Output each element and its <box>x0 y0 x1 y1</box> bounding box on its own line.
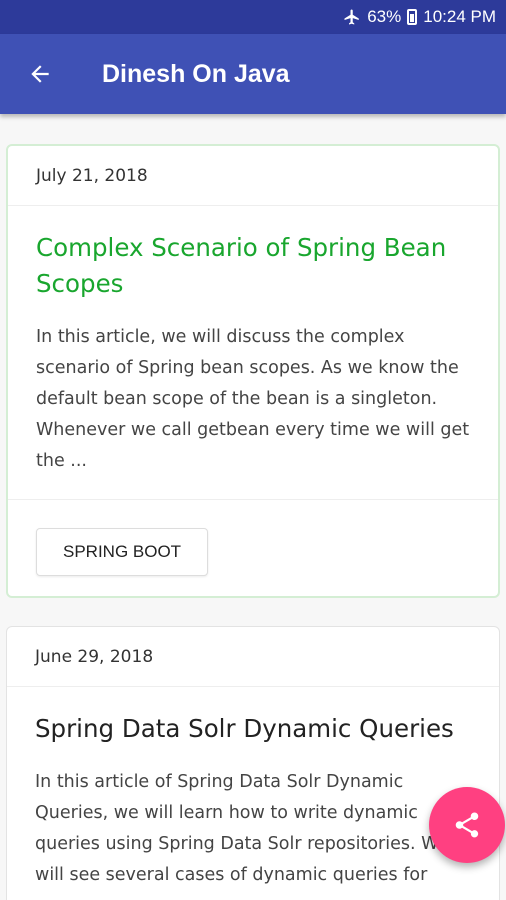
battery-icon <box>407 9 418 25</box>
post-card[interactable]: July 21, 2018 Complex Scenario of Spring… <box>6 144 500 598</box>
post-title[interactable]: Complex Scenario of Spring Bean Scopes <box>8 206 498 302</box>
app-title: Dinesh On Java <box>102 59 290 88</box>
airplane-icon <box>343 8 361 26</box>
clock: 10:24 PM <box>423 7 496 26</box>
status-bar: 63% 10:24 PM <box>0 0 506 34</box>
post-footer: SPRING BOOT <box>8 499 498 596</box>
tag-button[interactable]: SPRING BOOT <box>36 528 209 576</box>
battery-percent: 63% <box>367 7 402 26</box>
share-button[interactable] <box>429 787 505 863</box>
share-icon <box>455 812 479 838</box>
post-title[interactable]: Spring Data Solr Dynamic Queries <box>7 687 499 747</box>
arrow-back-icon <box>31 65 49 83</box>
app-bar: Dinesh On Java <box>0 34 506 114</box>
post-list: July 21, 2018 Complex Scenario of Spring… <box>0 114 506 900</box>
back-button[interactable] <box>0 34 80 114</box>
post-excerpt: In this article, we will discuss the com… <box>36 327 470 471</box>
post-date: July 21, 2018 <box>8 146 498 206</box>
post-date: June 29, 2018 <box>7 627 499 687</box>
post-excerpt: In this article of Spring Data Solr Dyna… <box>35 772 449 885</box>
post-card[interactable]: June 29, 2018 Spring Data Solr Dynamic Q… <box>6 626 500 900</box>
